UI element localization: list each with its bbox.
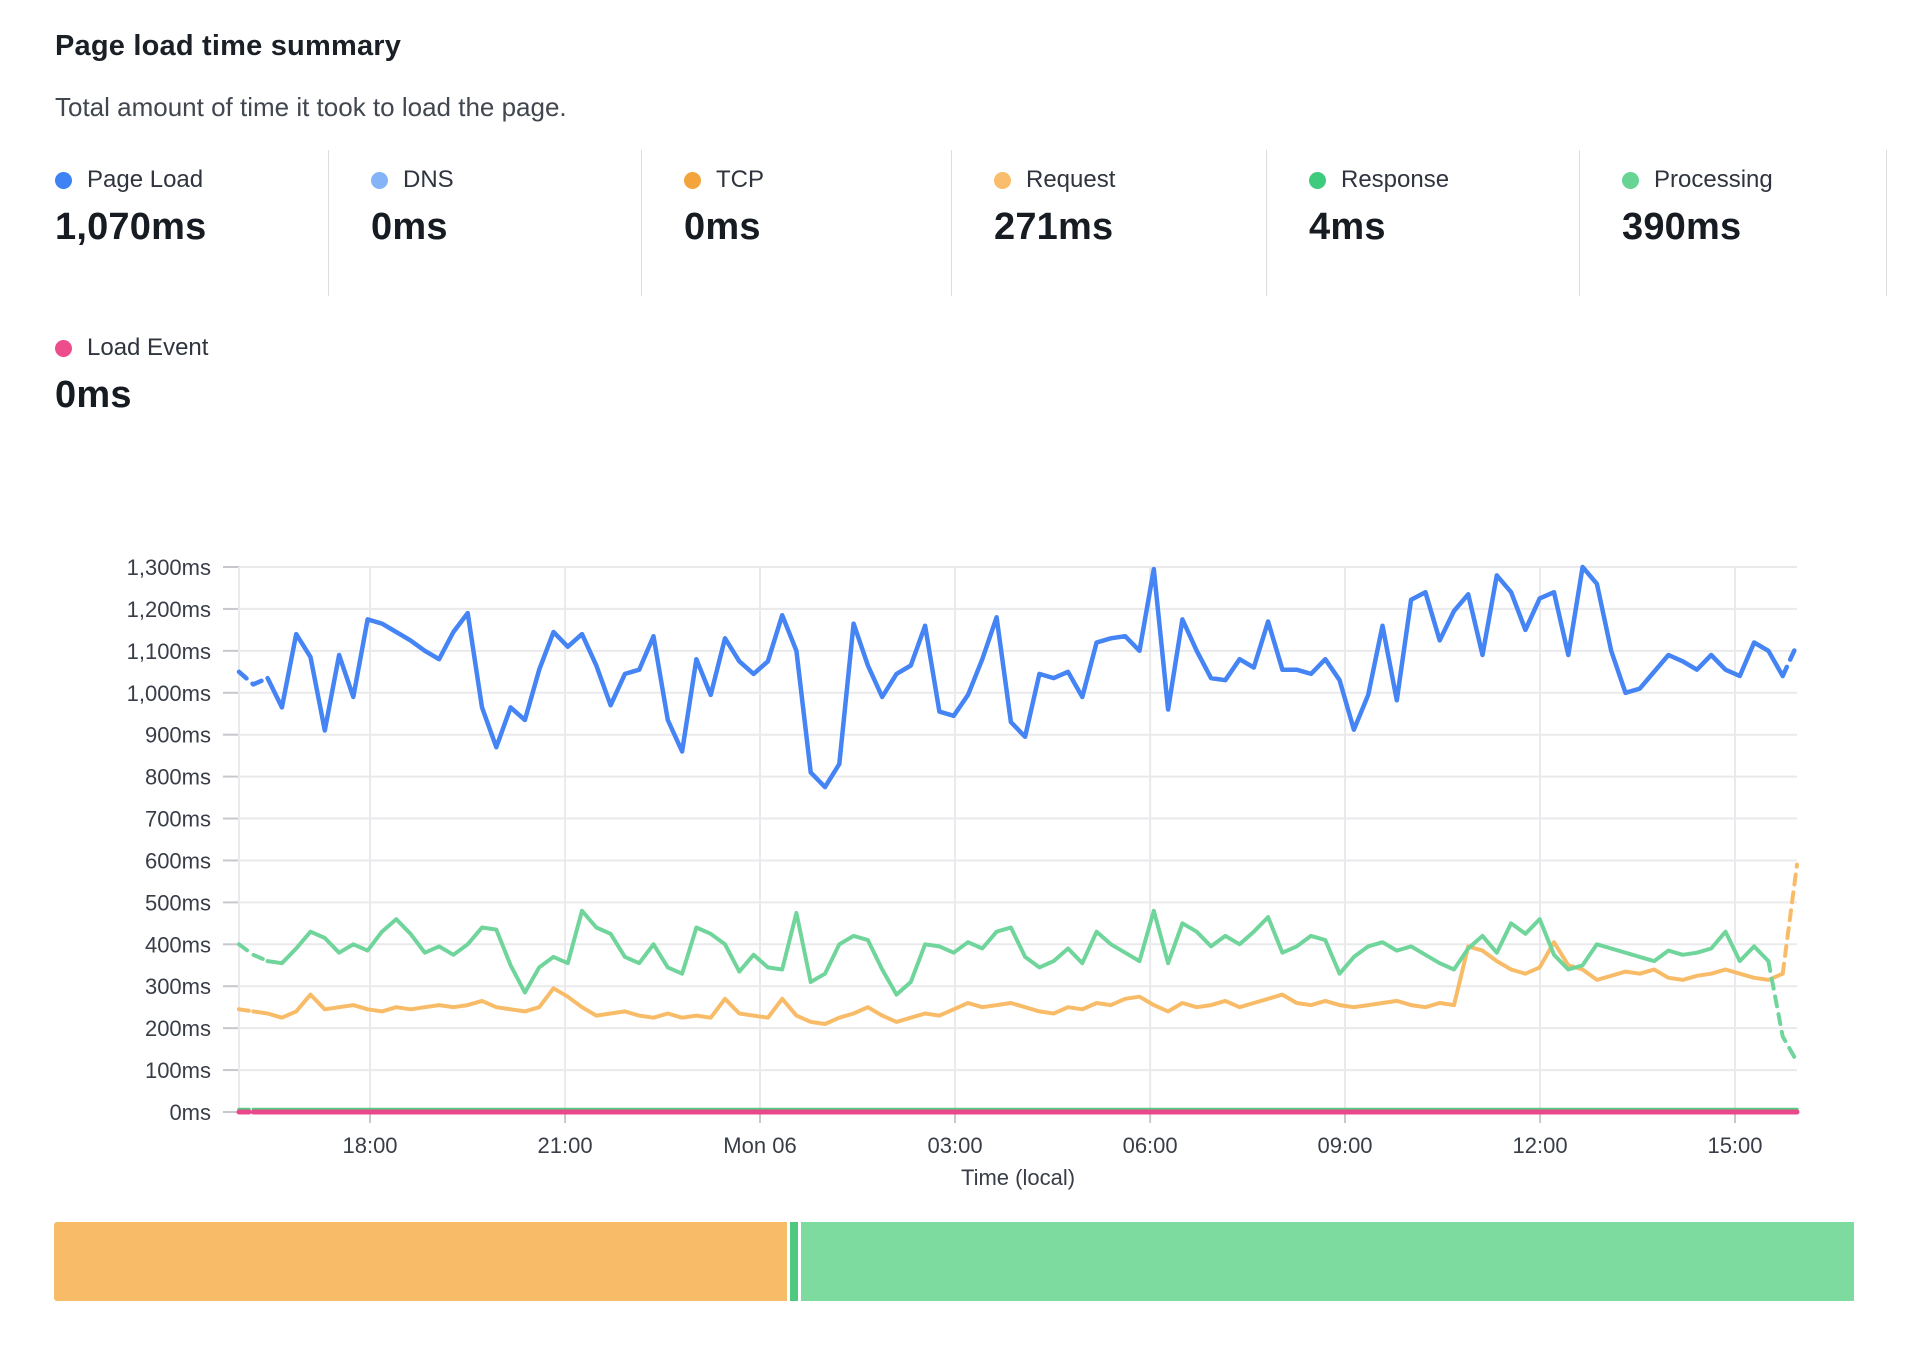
range-bar-segment-green[interactable] [801, 1222, 1854, 1301]
x-axis-title: Time (local) [961, 1165, 1075, 1190]
y-axis-tick-label: 300ms [145, 974, 211, 999]
series-line-page-load [239, 672, 268, 685]
x-axis-tick-label: 12:00 [1513, 1133, 1568, 1158]
x-axis-tick-label: 21:00 [538, 1133, 593, 1158]
y-axis-tick-label: 600ms [145, 848, 211, 873]
series-line-request [1783, 865, 1797, 974]
y-axis-tick-label: 400ms [145, 932, 211, 957]
y-axis-tick-label: 500ms [145, 890, 211, 915]
series-line-page-load [1783, 645, 1797, 676]
x-axis-tick-label: 09:00 [1317, 1133, 1372, 1158]
range-bar-segment-orange[interactable] [54, 1222, 787, 1301]
y-axis-tick-label: 0ms [169, 1100, 211, 1125]
page-load-time-chart: 0ms 100ms 200ms 300ms 400ms 500ms 600ms 700ms 80… [0, 0, 1910, 1352]
series-line-processing [239, 944, 268, 961]
series-line-request [239, 1009, 253, 1011]
x-axis-tick-label: 18:00 [342, 1133, 397, 1158]
x-axis-tick-label: Mon 06 [723, 1133, 796, 1158]
x-axis-tick-label: 03:00 [928, 1133, 983, 1158]
y-axis-tick-label: 1,300ms [127, 555, 211, 580]
y-axis-tick-label: 1,200ms [127, 597, 211, 622]
series-line-page-load [268, 567, 1783, 787]
time-range-bar[interactable] [54, 1222, 1856, 1301]
range-bar-segment-green-sliver[interactable] [790, 1222, 798, 1301]
y-axis-tick-label: 200ms [145, 1016, 211, 1041]
y-axis-tick-label: 700ms [145, 807, 211, 832]
y-axis-tick-label: 900ms [145, 723, 211, 748]
x-axis-tick-label: 06:00 [1123, 1133, 1178, 1158]
y-axis-tick-label: 800ms [145, 765, 211, 790]
y-axis-tick-label: 100ms [145, 1058, 211, 1083]
series-line-processing [268, 911, 1769, 995]
y-axis-tick-label: 1,000ms [127, 681, 211, 706]
x-axis-tick-label: 15:00 [1707, 1133, 1762, 1158]
y-axis-tick-label: 1,100ms [127, 639, 211, 664]
